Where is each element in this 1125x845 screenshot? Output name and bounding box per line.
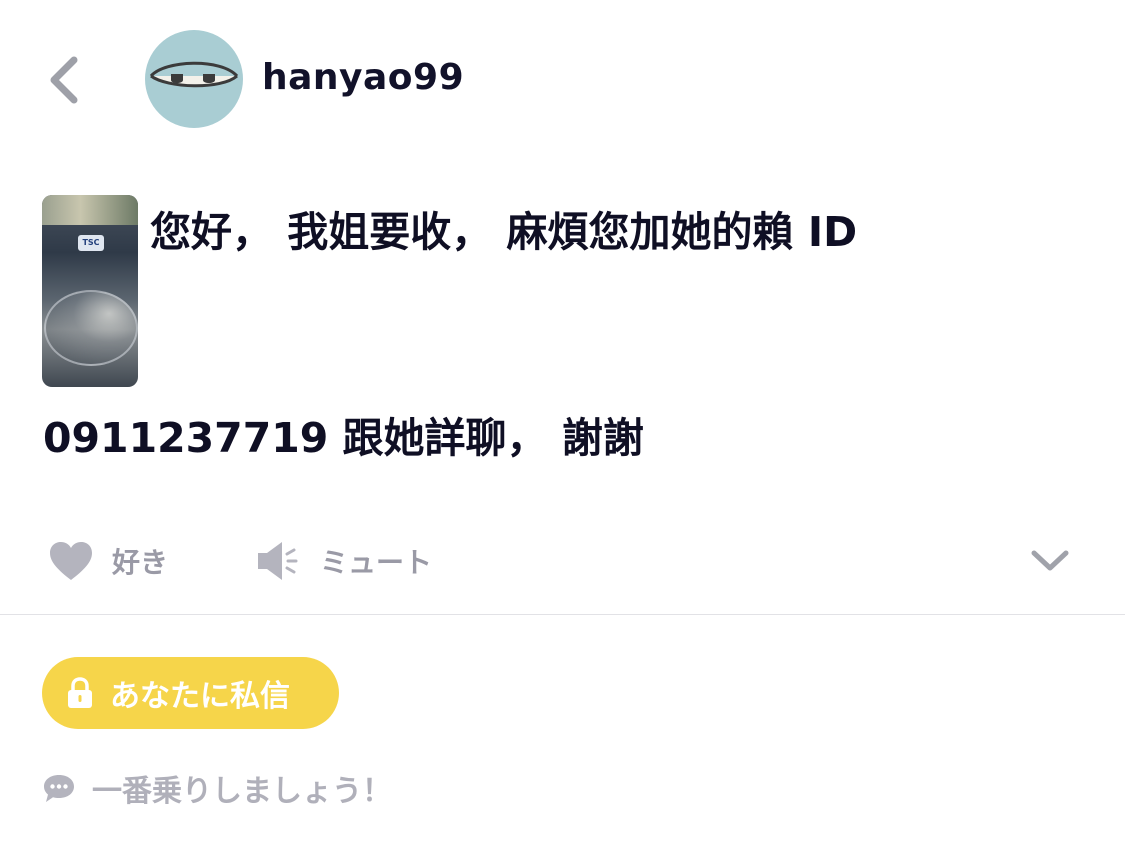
like-label: 好き <box>112 546 169 579</box>
chevron-left-icon <box>50 56 78 104</box>
photo-disc <box>44 290 138 366</box>
post-actions-bar: 好き ミュート <box>0 535 1125 587</box>
speaker-mute-icon <box>258 542 298 580</box>
private-message-label: あなたに私信 <box>110 679 290 714</box>
section-divider <box>0 614 1125 615</box>
avatar[interactable] <box>145 30 243 128</box>
comment-prompt[interactable]: 一番乗りしましょう！ <box>42 766 392 810</box>
attached-photo[interactable]: TSC <box>42 195 138 387</box>
lock-icon <box>68 677 92 708</box>
post-text-line-1: 您好， 我姐要收， 麻煩您加她的賴 ID <box>150 208 858 256</box>
mute-label: ミュート <box>320 546 433 579</box>
more-options-button[interactable] <box>1028 543 1072 579</box>
mute-button[interactable]: ミュート <box>256 535 432 587</box>
like-button[interactable]: 好き <box>48 535 168 587</box>
comment-placeholder: 一番乗りしましょう！ <box>92 774 392 809</box>
post-detail-page: hanyao99 TSC 您好， 我姐要收， 麻煩您加她的賴 ID 091123… <box>0 0 1125 845</box>
heart-icon <box>50 542 92 580</box>
private-message-button[interactable]: あなたに私信 <box>42 657 339 729</box>
chevron-down-icon <box>1031 550 1069 571</box>
username[interactable]: hanyao99 <box>262 57 464 98</box>
post-text-line-2: 0911237719 跟她詳聊， 謝謝 <box>43 414 644 462</box>
sleepy-eyes-avatar-icon <box>149 61 239 88</box>
photo-brand-label: TSC <box>78 235 104 251</box>
photo-top-band <box>42 195 138 225</box>
back-button[interactable] <box>40 52 88 108</box>
speech-bubble-icon <box>44 775 74 802</box>
